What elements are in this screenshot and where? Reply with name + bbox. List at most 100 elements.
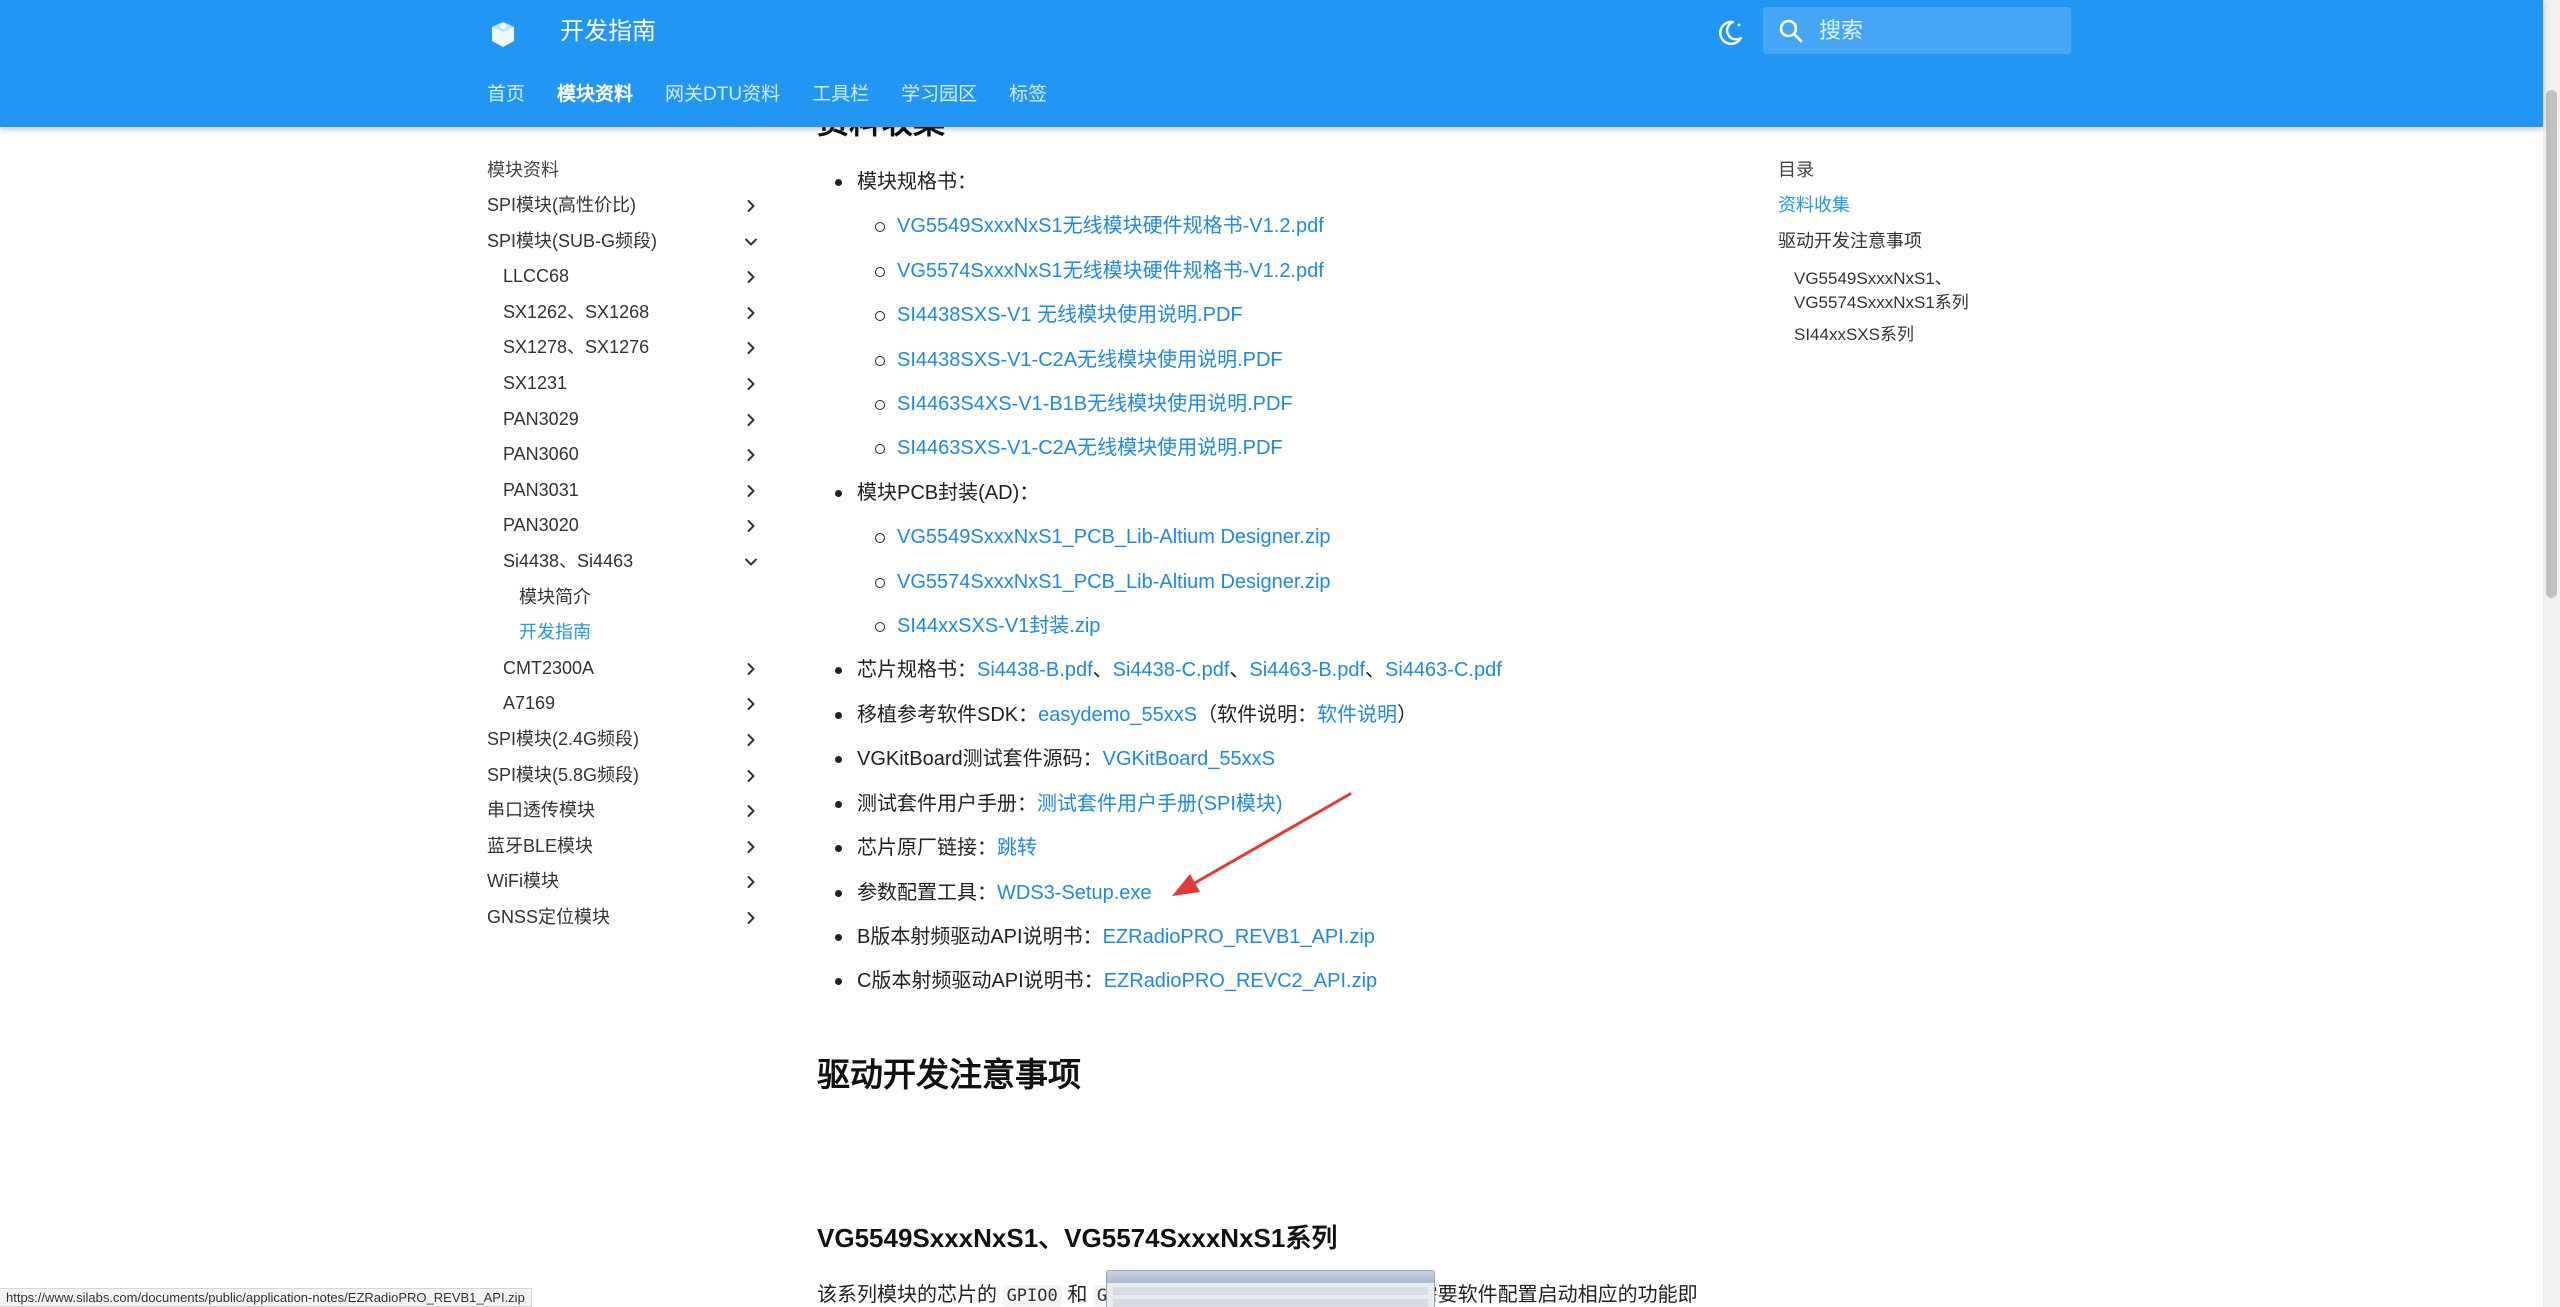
- sdk-paren-open: （软件说明：: [1197, 703, 1318, 726]
- chip-link-si4463-c[interactable]: Si4463-C.pdf: [1385, 659, 1502, 681]
- sidebar-item-label: GNSS定位模块: [487, 906, 611, 927]
- toc-title: 目录: [1778, 160, 1814, 180]
- spec-link-si4438-c2a[interactable]: SI4438SXS-V1-C2A无线模块使用说明.PDF: [897, 349, 1283, 371]
- spec-link-vg5549[interactable]: VG5549SxxxNxS1无线模块硬件规格书-V1.2.pdf: [897, 215, 1324, 237]
- spec-link-si4438-v1[interactable]: SI4438SXS-V1 无线模块使用说明.PDF: [897, 304, 1243, 326]
- tab-gateway-dtu[interactable]: 网关DTU资料: [665, 80, 780, 110]
- chip-link-si4463-b[interactable]: Si4463-B.pdf: [1249, 659, 1365, 681]
- toc-item-driver-notes[interactable]: 驱动开发注意事项: [1778, 224, 2018, 260]
- toc-item-si44xx-series[interactable]: SI44xxSXS系列: [1778, 323, 2018, 347]
- sidebar-item-label: 模块简介: [519, 586, 591, 607]
- radio-config-app-screenshot: [1106, 1270, 1435, 1307]
- pcb-link-vg5549[interactable]: VG5549SxxxNxS1_PCB_Lib-Altium Designer.z…: [897, 526, 1331, 548]
- separator: 、: [1365, 659, 1386, 682]
- tab-tags[interactable]: 标签: [1009, 80, 1047, 110]
- module-spec-sublist: VG5549SxxxNxS1无线模块硬件规格书-V1.2.pdf VG5574S…: [857, 204, 1717, 470]
- vendor-label: 芯片原厂链接：: [857, 837, 997, 860]
- wds3-setup-link[interactable]: WDS3-Setup.exe: [997, 882, 1152, 904]
- api-b-link[interactable]: EZRadioPRO_REVB1_API.zip: [1103, 926, 1375, 948]
- tab-learning[interactable]: 学习园区: [901, 80, 977, 110]
- sidebar-item[interactable]: GNSS定位模块: [487, 900, 767, 936]
- list-item: VG5574SxxxNxS1无线模块硬件规格书-V1.2.pdf: [857, 249, 1717, 293]
- toc-item-materials[interactable]: 资料收集: [1778, 188, 2018, 224]
- sidebar-item[interactable]: PAN3029: [487, 402, 767, 438]
- sidebar-item[interactable]: PAN3031: [487, 473, 767, 509]
- sidebar-item[interactable]: SX1231: [487, 366, 767, 402]
- spec-link-si4463-c2a[interactable]: SI4463SXS-V1-C2A无线模块使用说明.PDF: [897, 437, 1283, 459]
- api-b-label: B版本射频驱动API说明书：: [857, 925, 1103, 948]
- kitboard-link[interactable]: VGKitBoard_55xxS: [1103, 748, 1275, 770]
- tab-toolbar[interactable]: 工具栏: [812, 80, 869, 110]
- chevron-right-icon: [747, 413, 755, 426]
- sidebar-item-label: CMT2300A: [503, 657, 595, 678]
- sidebar-item[interactable]: SPI模块(高性价比): [487, 188, 767, 224]
- user-manual-link[interactable]: 测试套件用户手册(SPI模块): [1037, 793, 1283, 815]
- book-logo-icon[interactable]: [487, 18, 519, 50]
- sidebar-item[interactable]: 模块简介: [487, 580, 767, 616]
- sidebar-item-label: SX1262、SX1268: [503, 301, 650, 322]
- sidebar-item-label: 开发指南: [519, 622, 591, 643]
- sidebar-item[interactable]: 蓝牙BLE模块: [487, 829, 767, 865]
- chevron-down-icon: [745, 238, 757, 246]
- user-manual-label: 测试套件用户手册：: [857, 792, 1037, 815]
- list-item: SI4438SXS-V1 无线模块使用说明.PDF: [857, 293, 1717, 337]
- search-box[interactable]: [1763, 7, 2071, 54]
- sidebar-item[interactable]: SPI模块(5.8G频段): [487, 758, 767, 794]
- sidebar-item[interactable]: SX1278、SX1276: [487, 330, 767, 366]
- moon-icon[interactable]: [1713, 16, 1747, 50]
- toc-item-vg-series[interactable]: VG5549SxxxNxS1、 VG5574SxxxNxS1系列: [1778, 267, 2018, 315]
- chip-link-si4438-c[interactable]: Si4438-C.pdf: [1113, 659, 1230, 681]
- chevron-right-icon: [747, 200, 755, 212]
- sidebar-item[interactable]: Si4438、Si4463: [487, 544, 767, 580]
- site-title[interactable]: 开发指南: [560, 14, 656, 50]
- site-header: 开发指南 首页 模块资料 网关DTU资料 工具栏 学习园区 标签: [0, 0, 2543, 127]
- sidebar-item-label: SPI模块(高性价比): [487, 195, 637, 215]
- chevron-right-icon: [747, 342, 755, 355]
- sidebar-item-label: Si4438、Si4463: [503, 550, 634, 571]
- sidebar-item[interactable]: 开发指南: [487, 615, 767, 651]
- sidebar-item[interactable]: WiFi模块: [487, 864, 767, 900]
- vendor-link[interactable]: 跳转: [997, 837, 1037, 859]
- sidebar-item[interactable]: PAN3060: [487, 437, 767, 473]
- list-item: VG5549SxxxNxS1_PCB_Lib-Altium Designer.z…: [857, 515, 1717, 559]
- sidebar-item[interactable]: 串口透传模块: [487, 793, 767, 829]
- api-c-link[interactable]: EZRadioPRO_REVC2_API.zip: [1104, 970, 1377, 992]
- sidebar-item-label: SPI模块(5.8G频段): [487, 764, 640, 785]
- sdk-label: 移植参考软件SDK：: [857, 703, 1039, 726]
- spec-link-vg5574[interactable]: VG5574SxxxNxS1无线模块硬件规格书-V1.2.pdf: [897, 260, 1324, 282]
- sidebar-item[interactable]: SPI模块(SUB-G频段): [487, 224, 767, 260]
- chevron-right-icon: [747, 449, 755, 462]
- pcb-link-si44xx[interactable]: SI44xxSXS-V1封装.zip: [897, 615, 1100, 637]
- para-text-2: 和: [1067, 1284, 1088, 1306]
- sidebar-item[interactable]: A7169: [487, 686, 767, 722]
- list-item-api-b: B版本射频驱动API说明书：EZRadioPRO_REVB1_API.zip: [817, 915, 1717, 959]
- kitboard-label: VGKitBoard测试套件源码：: [857, 748, 1103, 771]
- spec-link-si4463-b1b[interactable]: SI4463S4XS-V1-B1B无线模块使用说明.PDF: [897, 393, 1293, 415]
- chip-link-si4438-b[interactable]: Si4438-B.pdf: [977, 659, 1093, 681]
- chevron-right-icon: [747, 306, 755, 319]
- sidebar-item[interactable]: PAN3020: [487, 508, 767, 544]
- tab-home[interactable]: 首页: [487, 80, 525, 110]
- list-item: SI4438SXS-V1-C2A无线模块使用说明.PDF: [857, 338, 1717, 382]
- config-tool-label: 参数配置工具：: [857, 881, 997, 904]
- sidebar-item[interactable]: SPI模块(2.4G频段): [487, 722, 767, 758]
- window-titlebar: [1107, 1271, 1434, 1283]
- tab-module-docs[interactable]: 模块资料: [557, 80, 633, 110]
- sidebar-item[interactable]: CMT2300A: [487, 651, 767, 687]
- sidebar-nav: 模块资料 SPI模块(高性价比) SPI模块(SUB-G频段) LLCC68 SX12…: [487, 152, 767, 935]
- sidebar-item[interactable]: SX1262、SX1268: [487, 295, 767, 331]
- chevron-right-icon: [747, 733, 755, 746]
- scrollbar-thumb[interactable]: [2546, 90, 2557, 598]
- toc-vg-line-2: VG5574SxxxNxS1系列: [1794, 293, 1969, 312]
- header-tabs: 首页 模块资料 网关DTU资料 工具栏 学习园区 标签: [487, 80, 1079, 110]
- list-item-pcb: 模块PCB封装(AD)： VG5549SxxxNxS1_PCB_Lib-Alti…: [817, 471, 1717, 649]
- pcb-link-vg5574[interactable]: VG5574SxxxNxS1_PCB_Lib-Altium Designer.z…: [897, 571, 1331, 593]
- search-input[interactable]: [1819, 7, 2059, 54]
- list-item-user-manual: 测试套件用户手册：测试套件用户手册(SPI模块): [817, 782, 1717, 826]
- sidebar-item-label: SPI模块(SUB-G频段): [487, 230, 658, 251]
- sidebar-item[interactable]: LLCC68: [487, 259, 767, 295]
- software-manual-link[interactable]: 软件说明: [1317, 704, 1397, 726]
- sdk-link[interactable]: easydemo_55xxS: [1038, 704, 1197, 726]
- list-item: SI4463S4XS-V1-B1B无线模块使用说明.PDF: [857, 382, 1717, 426]
- chevron-right-icon: [747, 698, 755, 711]
